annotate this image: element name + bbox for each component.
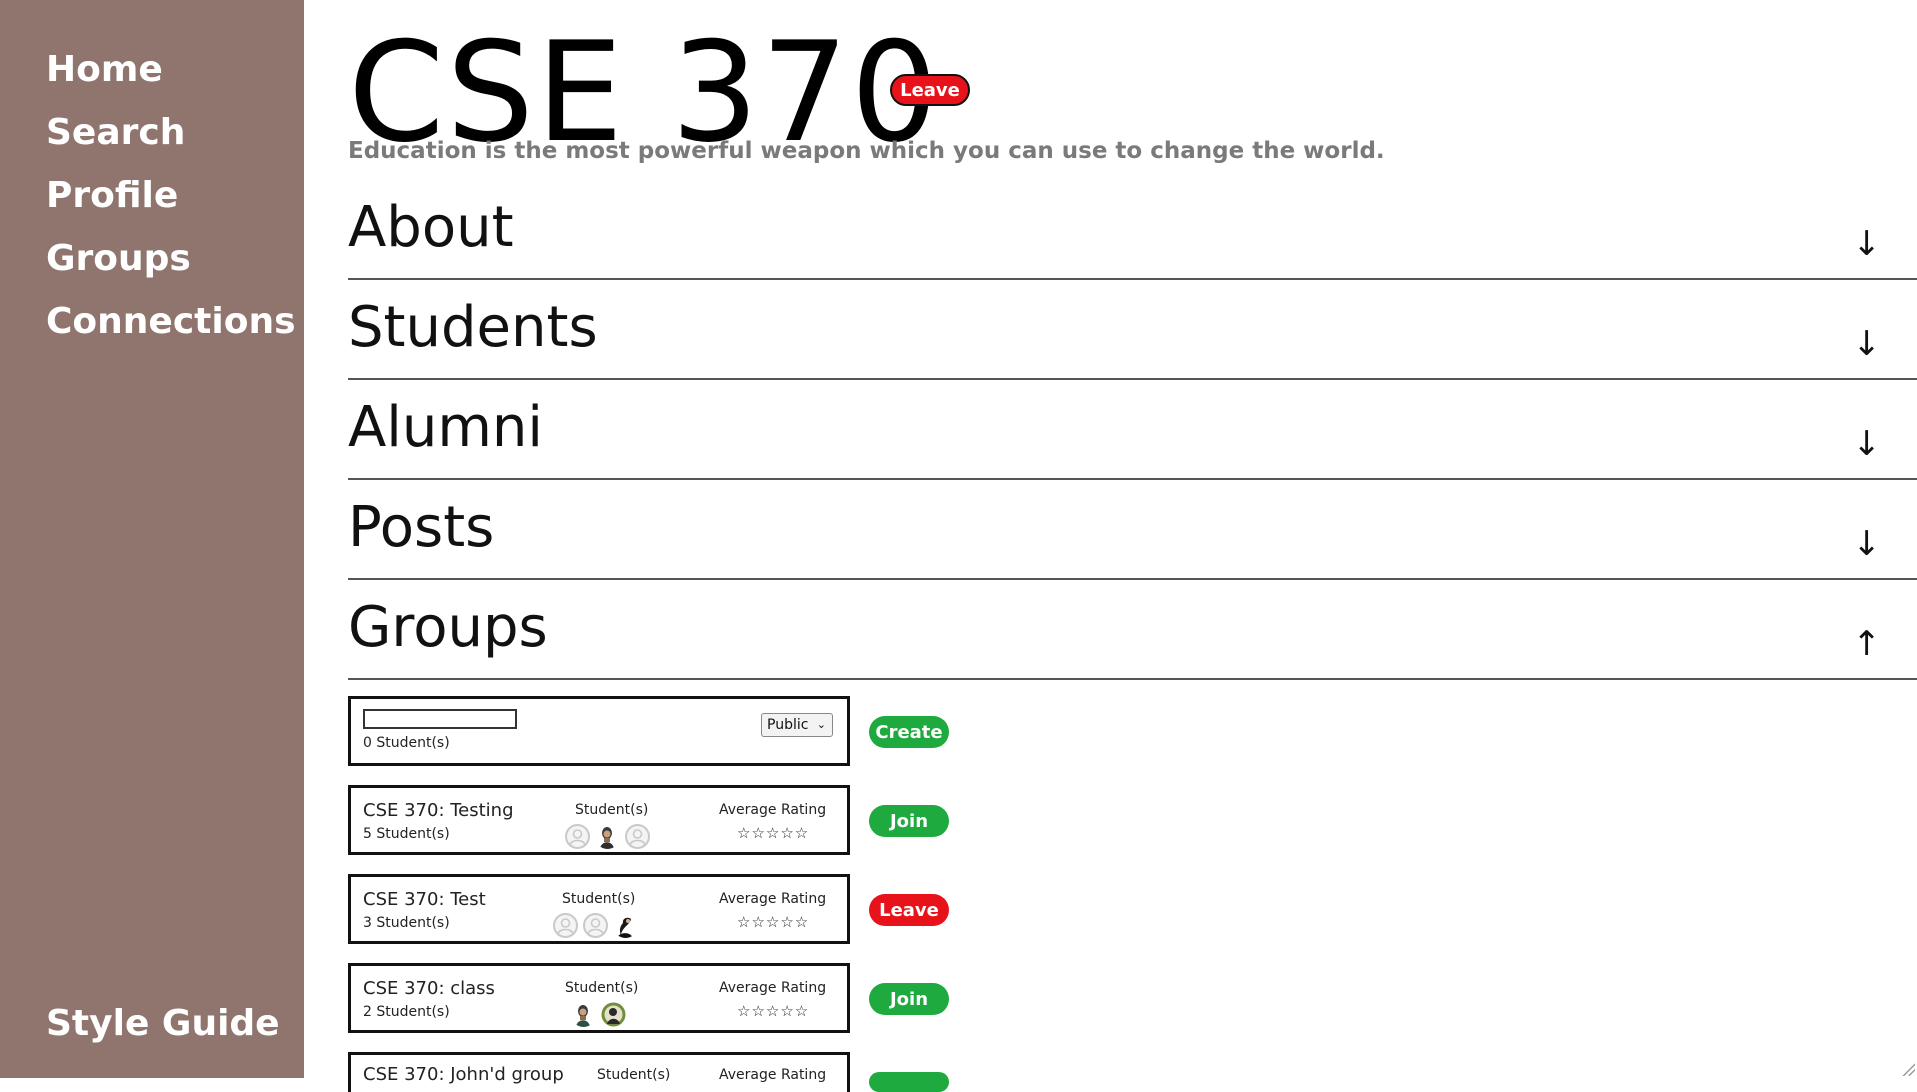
sidebar-item-groups[interactable]: Groups xyxy=(46,237,191,281)
rating-column-label: Average Rating xyxy=(719,980,827,996)
group-student-count: 5 Student(s) xyxy=(363,826,450,842)
avatar[interactable] xyxy=(583,913,608,938)
group-student-count: 2 Student(s) xyxy=(363,1004,450,1020)
rating-stars: ☆☆☆☆☆ xyxy=(737,824,810,842)
section-title-students: Students xyxy=(348,295,598,360)
avatar[interactable] xyxy=(613,913,638,938)
students-column-label: Student(s) xyxy=(575,802,649,818)
students-column-label: Student(s) xyxy=(597,1067,671,1083)
sidebar-item-home[interactable]: Home xyxy=(46,48,163,92)
create-group-button[interactable]: Create xyxy=(869,716,949,748)
join-group-button[interactable]: Join xyxy=(869,983,949,1015)
section-alumni[interactable]: Alumni ↓ xyxy=(348,378,1917,480)
group-student-count: 3 Student(s) xyxy=(363,915,450,931)
collapse-arrow-icon[interactable]: ↑ xyxy=(1853,624,1882,664)
rating-stars: ☆☆☆☆☆ xyxy=(737,1002,810,1020)
expand-arrow-icon[interactable]: ↓ xyxy=(1853,324,1882,364)
resize-grip-icon[interactable] xyxy=(1901,1062,1915,1076)
sidebar-item-profile[interactable]: Profile xyxy=(46,174,178,218)
leave-course-button[interactable]: Leave xyxy=(890,74,970,106)
avatar[interactable] xyxy=(625,824,650,849)
section-title-groups: Groups xyxy=(348,595,548,660)
group-name: CSE 370: Test xyxy=(363,889,486,910)
sidebar: Home Search Profile Groups Connections S… xyxy=(0,0,304,1078)
section-about[interactable]: About ↓ xyxy=(348,178,1917,280)
new-group-card: 0 Student(s) Public ⌄ xyxy=(348,696,850,766)
student-avatars xyxy=(553,913,638,938)
avatar[interactable] xyxy=(571,1002,596,1027)
avatar[interactable] xyxy=(595,824,620,849)
group-card: CSE 370: Test 3 Student(s) Student(s) Av… xyxy=(348,874,850,944)
group-name: CSE 370: John'd group xyxy=(363,1064,564,1085)
join-group-button[interactable]: Join xyxy=(869,805,949,837)
rating-stars: ☆☆☆☆☆ xyxy=(737,913,810,931)
avatar[interactable] xyxy=(565,824,590,849)
section-title-posts: Posts xyxy=(348,495,495,560)
section-posts[interactable]: Posts ↓ xyxy=(348,478,1917,580)
expand-arrow-icon[interactable]: ↓ xyxy=(1853,424,1882,464)
group-name: CSE 370: Testing xyxy=(363,800,514,821)
section-students[interactable]: Students ↓ xyxy=(348,278,1917,380)
group-card: CSE 370: Testing 5 Student(s) Student(s)… xyxy=(348,785,850,855)
students-column-label: Student(s) xyxy=(562,891,636,907)
group-name: CSE 370: class xyxy=(363,978,495,999)
student-avatars xyxy=(571,1002,626,1027)
section-title-about: About xyxy=(348,195,514,260)
visibility-select-value: Public xyxy=(767,717,809,733)
group-card: CSE 370: class 2 Student(s) Student(s) A… xyxy=(348,963,850,1033)
group-name-input[interactable] xyxy=(363,709,517,729)
rating-column-label: Average Rating xyxy=(719,891,827,907)
expand-arrow-icon[interactable]: ↓ xyxy=(1853,224,1882,264)
rating-column-label: Average Rating xyxy=(719,1067,827,1083)
group-card: CSE 370: John'd group Student(s) Average… xyxy=(348,1052,850,1092)
group-student-count: 0 Student(s) xyxy=(363,735,450,751)
join-group-button[interactable] xyxy=(869,1072,949,1092)
sidebar-item-connections[interactable]: Connections xyxy=(46,300,296,344)
expand-arrow-icon[interactable]: ↓ xyxy=(1853,524,1882,564)
avatar[interactable] xyxy=(601,1002,626,1027)
avatar[interactable] xyxy=(553,913,578,938)
course-quote: Education is the most powerful weapon wh… xyxy=(348,138,1385,164)
sidebar-item-search[interactable]: Search xyxy=(46,111,185,155)
student-avatars xyxy=(565,824,650,849)
sidebar-item-style-guide[interactable]: Style Guide xyxy=(46,1002,280,1046)
students-column-label: Student(s) xyxy=(565,980,639,996)
visibility-select[interactable]: Public ⌄ xyxy=(761,713,833,737)
rating-column-label: Average Rating xyxy=(719,802,827,818)
chevron-down-icon: ⌄ xyxy=(816,718,826,731)
leave-group-button[interactable]: Leave xyxy=(869,894,949,926)
section-title-alumni: Alumni xyxy=(348,395,543,460)
section-groups[interactable]: Groups ↑ xyxy=(348,578,1917,680)
